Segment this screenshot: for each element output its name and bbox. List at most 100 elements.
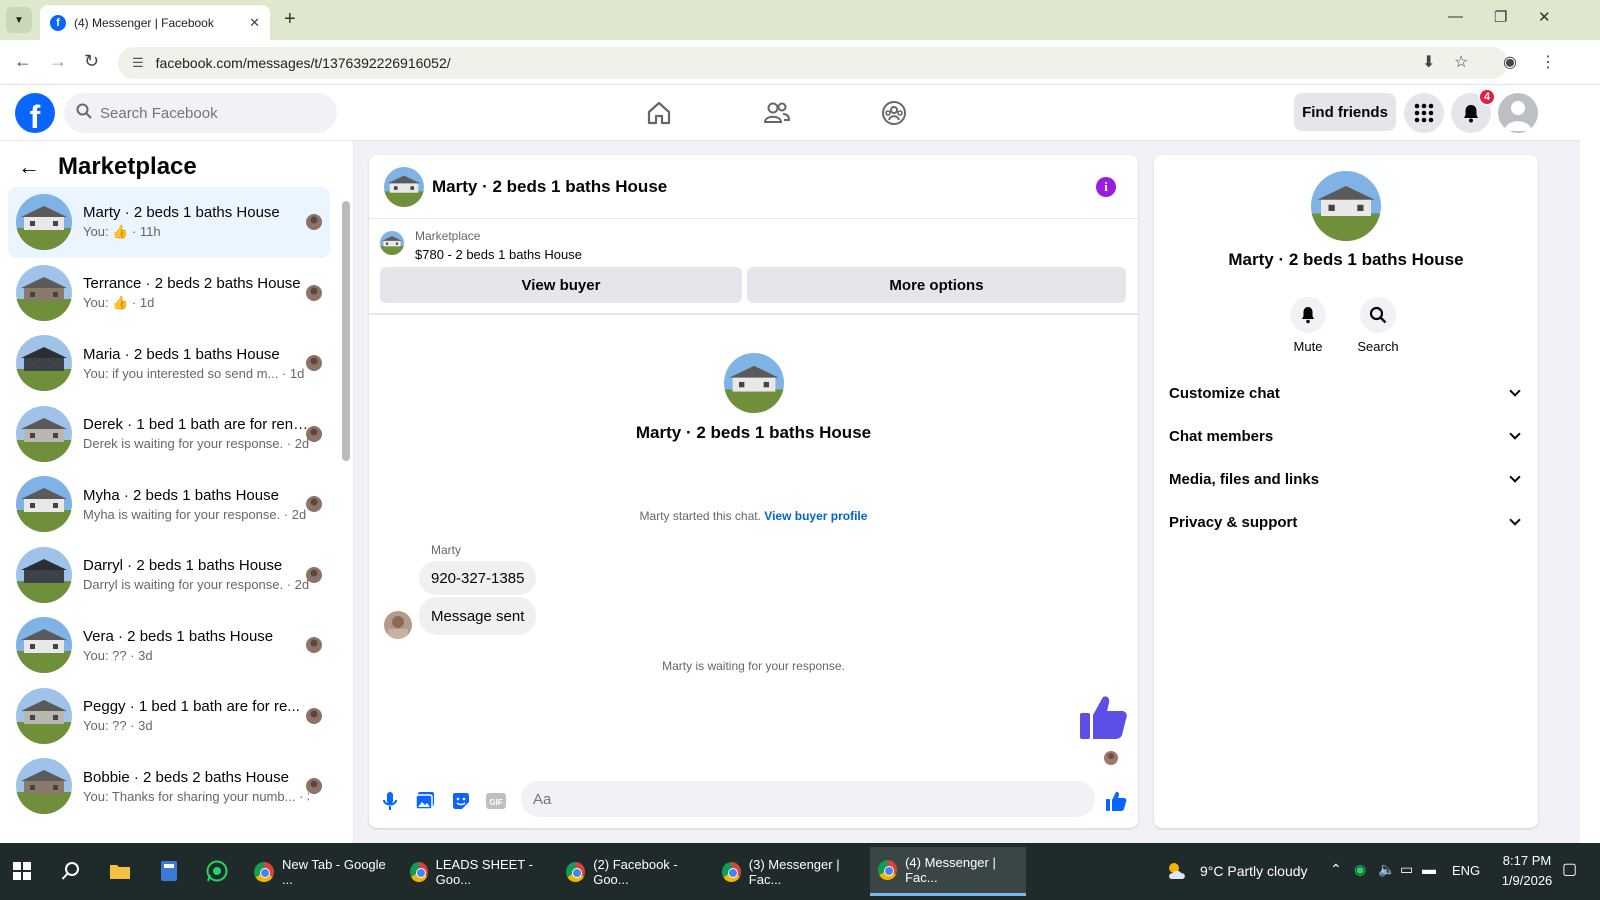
account-avatar[interactable] — [1498, 93, 1538, 133]
forward-icon[interactable]: → — [49, 51, 67, 72]
gif-icon[interactable]: GIF — [485, 790, 507, 812]
message-bubble[interactable]: Message sent — [419, 597, 537, 635]
chat-list-item[interactable]: Marty · 2 beds 1 baths House You: 👍 · 11… — [8, 187, 330, 258]
view-buyer-profile-link[interactable]: View buyer profile — [764, 509, 867, 523]
info-icon[interactable]: i — [1096, 177, 1116, 197]
language-indicator[interactable]: ENG — [1452, 863, 1480, 878]
facebook-search-input[interactable] — [100, 104, 320, 122]
whatsapp-tray-icon[interactable]: ◉ — [1354, 861, 1366, 878]
close-tab-icon[interactable]: ✕ — [249, 15, 260, 31]
taskbar-app[interactable]: (3) Messenger | Fac... — [714, 847, 868, 896]
groups-icon[interactable] — [880, 99, 908, 127]
more-options-button[interactable]: More options — [747, 267, 1126, 303]
file-explorer-icon[interactable] — [106, 857, 134, 885]
chat-list-item[interactable]: Myha · 2 beds 1 baths House Myha is wait… — [8, 469, 330, 540]
info-avatar[interactable] — [1311, 171, 1381, 241]
taskbar-app[interactable]: New Tab - Google ... — [246, 847, 400, 896]
chat-list-item[interactable]: Bobbie · 2 beds 2 baths House You: Thank… — [8, 751, 330, 822]
message-composer: GIF — [369, 775, 1138, 827]
network-icon[interactable]: ▭ — [1400, 861, 1413, 878]
sender-avatar[interactable] — [384, 611, 412, 639]
sent-thumbs-up-icon — [1077, 691, 1129, 743]
chat-thumbnail — [16, 335, 72, 392]
chat-snippet: You: Thanks for sharing your numb... · 3… — [83, 788, 309, 804]
taskbar-app[interactable]: LEADS SHEET - Goo... — [402, 847, 556, 896]
media-files-links-section[interactable]: Media, files and links — [1169, 459, 1525, 499]
reload-icon[interactable]: ↻ — [84, 51, 99, 72]
weather-icon[interactable] — [1163, 857, 1191, 885]
chat-list-item[interactable]: Maria · 2 beds 1 baths House You: if you… — [8, 328, 330, 399]
conversation-title[interactable]: Marty · 2 beds 1 baths House — [432, 177, 667, 197]
message-input-box[interactable] — [521, 781, 1095, 817]
windows-start-icon[interactable] — [8, 857, 36, 885]
chat-list-item[interactable]: Darryl · 2 beds 1 baths House Darryl is … — [8, 540, 330, 611]
privacy-support-section[interactable]: Privacy & support — [1169, 502, 1525, 542]
browser-menu-icon[interactable]: ⋮ — [1540, 52, 1556, 72]
customize-chat-section[interactable]: Customize chat — [1169, 373, 1525, 413]
chat-list-item[interactable]: Derek · 1 bed 1 bath are for rent ... De… — [8, 399, 330, 470]
chevron-down-icon — [1509, 471, 1521, 483]
taskbar-app-active[interactable]: (4) Messenger | Fac... — [870, 847, 1026, 896]
taskbar-app[interactable]: (2) Facebook - Goo... — [558, 847, 712, 896]
photo-icon[interactable] — [414, 790, 436, 812]
tab-search-icon[interactable]: ▼ — [6, 7, 32, 33]
chat-list-item[interactable]: Peggy · 1 bed 1 bath are for re... You: … — [8, 681, 330, 752]
install-app-icon[interactable]: ⬇ — [1422, 52, 1435, 72]
calculator-icon[interactable] — [155, 857, 183, 885]
menu-grid-icon[interactable] — [1404, 93, 1444, 133]
sticker-icon[interactable] — [450, 790, 472, 812]
chat-members-section[interactable]: Chat members — [1169, 416, 1525, 456]
chat-info-panel: Marty · 2 beds 1 baths House Mute Search… — [1154, 155, 1538, 828]
chat-snippet: Myha is waiting for your response. · 2d — [83, 506, 307, 522]
volume-icon[interactable]: 🔈 — [1378, 861, 1395, 878]
view-buyer-button[interactable]: View buyer — [380, 267, 742, 303]
minimize-icon[interactable]: — — [1448, 8, 1463, 25]
chat-list-item[interactable]: Vera · 2 beds 1 baths House You: ?? · 3d — [8, 610, 330, 681]
profile-icon[interactable]: ◉ — [1503, 52, 1517, 72]
message-input[interactable] — [521, 781, 1021, 817]
search-chat-button[interactable]: Search — [1348, 297, 1408, 354]
svg-text:GIF: GIF — [489, 798, 502, 807]
chat-snippet: Derek is waiting for your response. · 2d — [83, 436, 309, 452]
notifications-center-icon[interactable]: ▢ — [1562, 859, 1577, 879]
taskbar-app-label: (3) Messenger | Fac... — [748, 856, 840, 887]
taskbar-search-icon[interactable] — [57, 857, 85, 885]
listing-thumbnail[interactable] — [380, 231, 404, 255]
back-icon[interactable]: ← — [14, 51, 32, 72]
browser-tab-active[interactable]: f (4) Messenger | Facebook ✕ — [40, 5, 270, 40]
chat-thumbnail — [16, 687, 72, 744]
weather-text[interactable]: 9°C Partly cloudy — [1200, 863, 1308, 879]
restore-icon[interactable]: ❐ — [1494, 8, 1507, 26]
browser-tabstrip: ▼ f (4) Messenger | Facebook ✕ + — ❐ ✕ — [0, 0, 1600, 40]
intro-avatar[interactable] — [723, 353, 784, 413]
microphone-icon[interactable] — [379, 790, 401, 812]
seen-avatar — [306, 214, 322, 230]
find-friends-button[interactable]: Find friends — [1294, 93, 1396, 131]
facebook-search-box[interactable] — [64, 93, 337, 133]
chat-list-scrollbar[interactable] — [342, 201, 350, 461]
message-bubble[interactable]: 920-327-1385 — [419, 561, 537, 595]
home-icon[interactable] — [645, 99, 673, 127]
whatsapp-icon[interactable] — [203, 857, 231, 885]
clock-time[interactable]: 8:17 PM — [1502, 853, 1552, 868]
bookmark-star-icon[interactable]: ☆ — [1454, 52, 1468, 72]
intro-name: Marty · 2 beds 1 baths House — [635, 423, 872, 442]
page-scrollbar[interactable] — [1580, 85, 1600, 843]
thumbs-up-send-icon[interactable] — [1105, 790, 1127, 812]
mute-button[interactable]: Mute — [1278, 297, 1338, 354]
close-window-icon[interactable]: ✕ — [1538, 8, 1551, 26]
sender-name: Marty — [431, 543, 461, 557]
address-bar[interactable]: ☰ facebook.com/messages/t/13763922269160… — [118, 47, 1508, 79]
seen-avatar — [306, 496, 322, 512]
clock-date[interactable]: 1/9/2026 — [1498, 873, 1556, 888]
listing-title[interactable]: $780 - 2 beds 1 baths House — [415, 247, 582, 262]
site-info-icon[interactable]: ☰ — [132, 55, 144, 71]
new-tab-icon[interactable]: + — [284, 8, 296, 31]
facebook-logo-icon[interactable]: f — [15, 93, 55, 133]
chat-list-item[interactable]: Terrance · 2 beds 2 baths House You: 👍 ·… — [8, 258, 330, 329]
conversation-avatar[interactable] — [384, 166, 424, 207]
back-arrow-icon[interactable]: ← — [18, 154, 40, 180]
friends-icon[interactable] — [763, 99, 791, 127]
show-hidden-icons-icon[interactable]: ⌃ — [1330, 861, 1342, 878]
battery-icon[interactable]: ▬ — [1422, 861, 1436, 877]
